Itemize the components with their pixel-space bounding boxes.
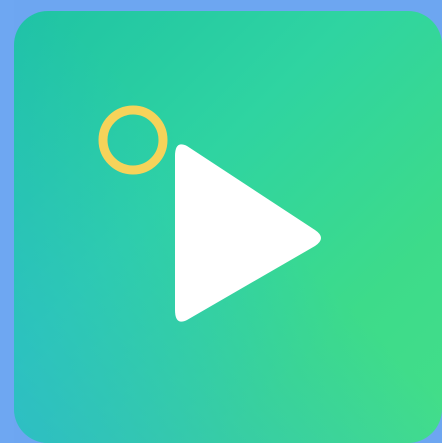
app-icon-tile[interactable]	[14, 11, 442, 443]
highlight-ring-icon	[97, 104, 169, 176]
background-strip	[0, 0, 14, 443]
play-icon[interactable]	[165, 138, 325, 328]
